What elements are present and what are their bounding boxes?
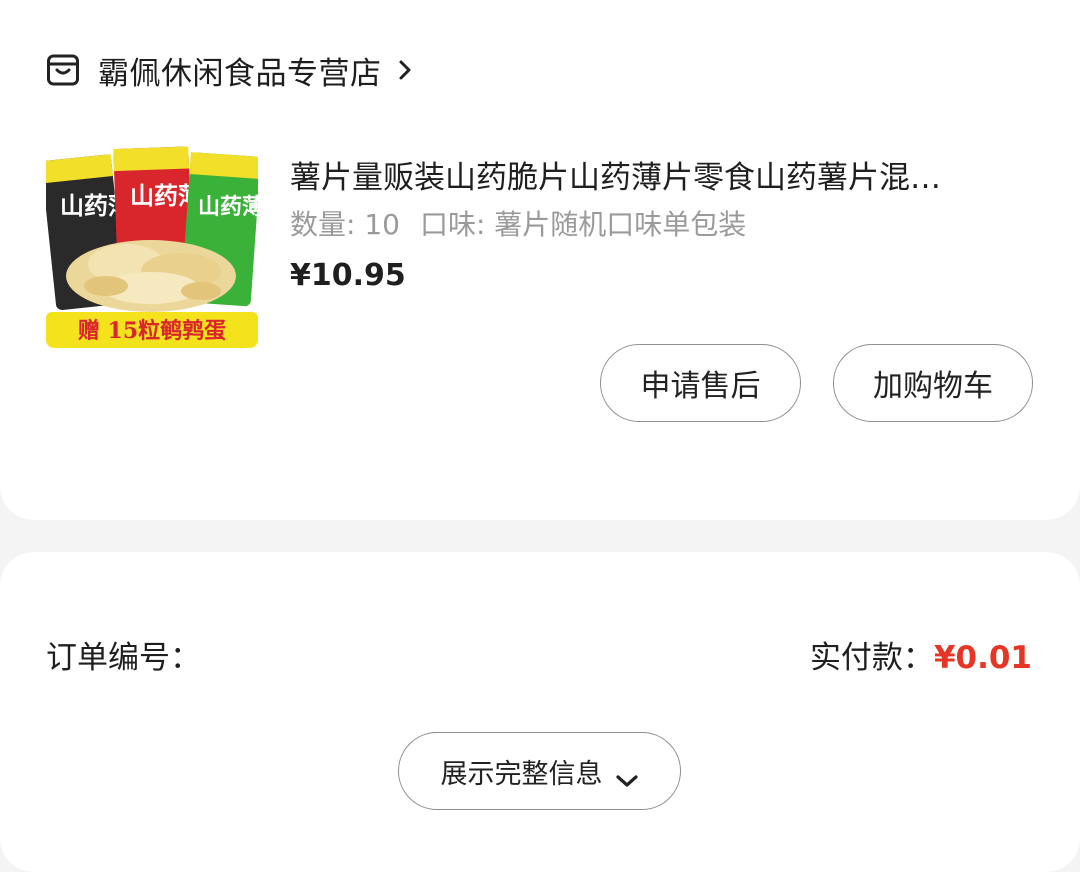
order-number-label: 订单编号： bbox=[46, 640, 201, 676]
flavor-label: 口味: 薯片随机口味单包装 bbox=[419, 208, 747, 241]
show-full-info-label: 展示完整信息 bbox=[440, 758, 603, 790]
chevron-down-icon bbox=[615, 764, 639, 787]
order-item-card: 霸佩休闲食品专营店 山药薄片 山药薄片 山药薄 赠 15粒鹌鹑蛋 薯片量贩装山药… bbox=[0, 0, 1080, 520]
paid-value: ¥0.01 bbox=[933, 640, 1032, 676]
store-icon bbox=[46, 53, 80, 87]
paid-label: 实付款： bbox=[809, 640, 934, 676]
order-info-card: 订单编号： 实付款：¥0.01 展示完整信息 bbox=[0, 552, 1080, 872]
product-title[interactable]: 薯片量贩装山药脆片山药薄片零食山药薯片混… bbox=[290, 152, 1010, 197]
promo-text: 赠 15粒鹌鹑蛋 bbox=[78, 318, 226, 344]
show-full-info-button[interactable]: 展示完整信息 bbox=[398, 732, 681, 810]
quantity-label: 数量: 10 bbox=[290, 208, 400, 241]
product-spec: 数量: 10 口味: 薯片随机口味单包装 bbox=[290, 203, 746, 243]
product-image[interactable]: 山药薄片 山药薄片 山药薄片 赠 15粒鹌鹑蛋 bbox=[46, 136, 258, 348]
paid-amount: 实付款：¥0.01 bbox=[810, 632, 1032, 677]
shop-name: 霸佩休闲食品专营店 bbox=[98, 55, 382, 92]
pack-text-green: 山药薄片 bbox=[198, 195, 258, 220]
add-to-cart-button[interactable]: 加购物车 bbox=[833, 344, 1033, 422]
product-price: ¥10.95 bbox=[290, 258, 406, 293]
after-sale-button[interactable]: 申请售后 bbox=[600, 344, 801, 422]
shop-header[interactable]: 霸佩休闲食品专营店 bbox=[46, 50, 414, 92]
chevron-right-icon bbox=[396, 59, 414, 81]
